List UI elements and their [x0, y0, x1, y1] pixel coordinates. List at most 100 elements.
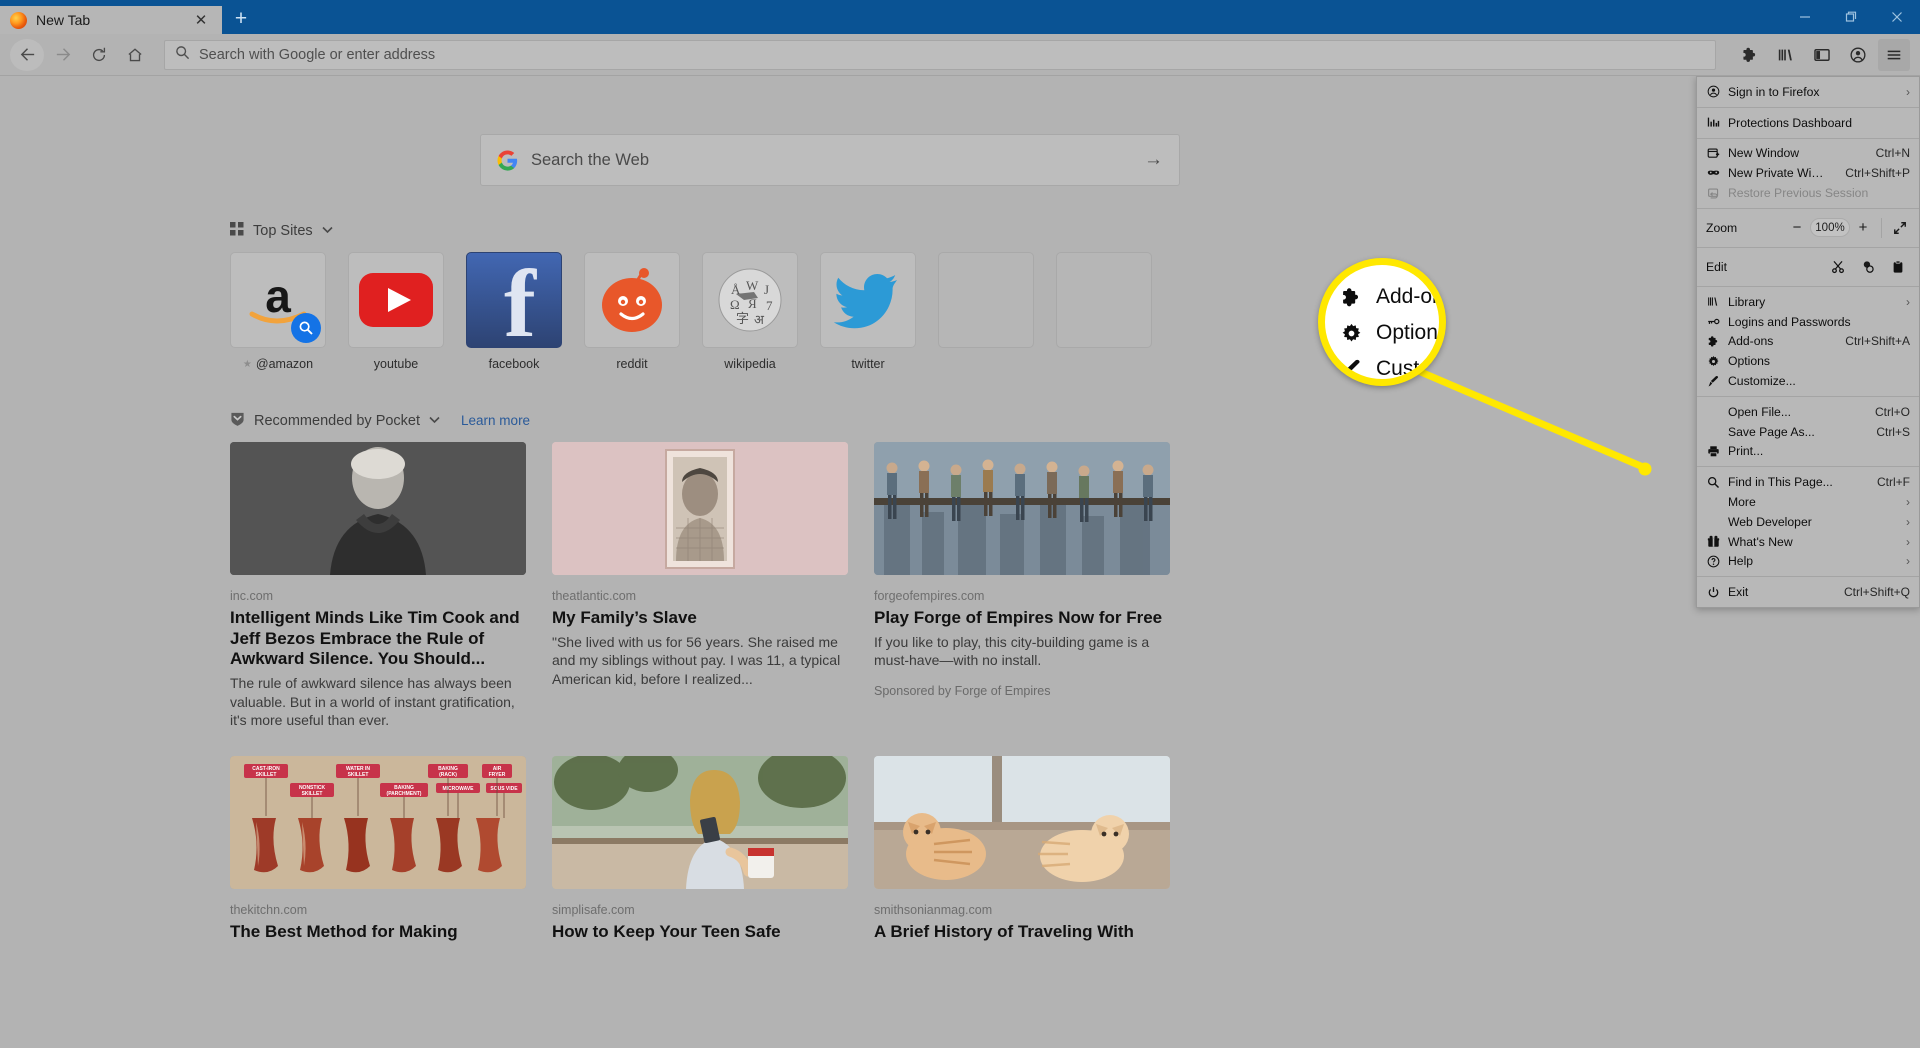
- account-icon[interactable]: [1842, 39, 1874, 71]
- sidebar-icon[interactable]: [1806, 39, 1838, 71]
- new-tab-button[interactable]: +: [222, 4, 260, 34]
- top-site-empty-slot[interactable]: [938, 252, 1034, 371]
- pocket-card[interactable]: smithsonianmag.com A Brief History of Tr…: [874, 756, 1170, 943]
- menu-item-logins-and-passwords[interactable]: Logins and Passwords: [1697, 312, 1919, 332]
- top-site-empty-slot[interactable]: [1056, 252, 1152, 371]
- card-excerpt: If you like to play, this city-building …: [874, 633, 1150, 669]
- close-icon[interactable]: ✕: [190, 9, 212, 31]
- site-tile[interactable]: f: [466, 252, 562, 348]
- card-title[interactable]: The Best Method for Making: [230, 922, 526, 943]
- menu-item-whats-new[interactable]: What's New ›: [1697, 532, 1919, 552]
- library-icon[interactable]: [1770, 39, 1802, 71]
- zoom-out-button[interactable]: −: [1784, 217, 1810, 239]
- menu-item-sign-in[interactable]: Sign in to Firefox ›: [1697, 82, 1919, 102]
- hamburger-menu-icon[interactable]: [1878, 38, 1910, 71]
- top-site-youtube[interactable]: youtube: [348, 252, 444, 371]
- chevron-right-icon: ›: [1906, 294, 1910, 309]
- menu-item-more[interactable]: More ›: [1697, 492, 1919, 512]
- site-tile[interactable]: [1056, 252, 1152, 348]
- menu-item-restore-previous-session: Restore Previous Session: [1697, 183, 1919, 203]
- site-tile[interactable]: ÅWJ ΩЯ7 字अ: [702, 252, 798, 348]
- chevron-down-icon[interactable]: [322, 225, 333, 237]
- minimize-icon[interactable]: [1782, 0, 1828, 34]
- site-tile[interactable]: [938, 252, 1034, 348]
- menu-item-new-private-window[interactable]: New Private Window Ctrl+Shift+P: [1697, 163, 1919, 183]
- site-tile[interactable]: [348, 252, 444, 348]
- menu-item-open-file[interactable]: Open File... Ctrl+O: [1697, 402, 1919, 422]
- menu-item-addons[interactable]: Add-ons Ctrl+Shift+A: [1697, 332, 1919, 352]
- site-label: @amazon: [255, 357, 314, 371]
- site-tile[interactable]: a: [230, 252, 326, 348]
- site-tile[interactable]: [820, 252, 916, 348]
- menu-item-web-developer[interactable]: Web Developer ›: [1697, 512, 1919, 532]
- menu-separator: [1697, 576, 1919, 578]
- site-tile[interactable]: [584, 252, 680, 348]
- top-site-wikipedia[interactable]: ÅWJ ΩЯ7 字अ wikipedia: [702, 252, 798, 371]
- card-title[interactable]: How to Keep Your Teen Safe: [552, 922, 848, 943]
- menu-separator: [1697, 285, 1919, 287]
- pocket-card[interactable]: CAST-IRON SKILLET NONSTICK SKILLET WATER I…: [230, 756, 526, 943]
- menu-item-save-page-as[interactable]: Save Page As... Ctrl+S: [1697, 422, 1919, 442]
- card-title[interactable]: A Brief History of Traveling With: [874, 922, 1170, 943]
- pocket-card[interactable]: inc.com Intelligent Minds Like Tim Cook …: [230, 442, 526, 730]
- browser-tab[interactable]: New Tab ✕: [0, 4, 222, 34]
- addons-puzzle-icon[interactable]: [1734, 39, 1766, 71]
- site-label-wrap: reddit: [584, 357, 680, 371]
- menu-item-protections-dashboard[interactable]: Protections Dashboard: [1697, 113, 1919, 133]
- menu-item-library[interactable]: Library ›: [1697, 292, 1919, 312]
- window-controls: [1782, 0, 1920, 34]
- menu-item-find-in-this-page[interactable]: Find in This Page... Ctrl+F: [1697, 472, 1919, 492]
- top-site-twitter[interactable]: twitter: [820, 252, 916, 371]
- home-icon[interactable]: [118, 39, 152, 71]
- menu-separator: [1697, 106, 1919, 108]
- menu-separator: [1697, 137, 1919, 139]
- card-image: [874, 756, 1170, 890]
- copy-icon[interactable]: [1853, 256, 1883, 278]
- site-label-wrap: twitter: [820, 357, 916, 371]
- maximize-icon[interactable]: [1828, 0, 1874, 34]
- zoom-level-value[interactable]: 100%: [1810, 218, 1850, 238]
- card-title[interactable]: My Family’s Slave: [552, 608, 848, 629]
- menu-separator: [1697, 246, 1919, 248]
- menu-item-print[interactable]: Print...: [1697, 442, 1919, 462]
- chevron-down-icon[interactable]: [429, 415, 440, 427]
- menu-item-exit[interactable]: Exit Ctrl+Shift+Q: [1697, 582, 1919, 602]
- search-submit-arrow-icon[interactable]: →: [1144, 149, 1163, 171]
- svg-text:(PARCHMENT): (PARCHMENT): [387, 791, 422, 797]
- back-arrow-icon[interactable]: [10, 38, 44, 71]
- top-site-facebook[interactable]: f facebook: [466, 252, 562, 371]
- menu-item-label: Help: [1728, 554, 1754, 569]
- pocket-card[interactable]: simplisafe.com How to Keep Your Teen Saf…: [552, 756, 848, 943]
- reload-icon[interactable]: [82, 39, 116, 71]
- card-title[interactable]: Intelligent Minds Like Tim Cook and Jeff…: [230, 608, 526, 670]
- search-input[interactable]: Search the Web →: [480, 134, 1180, 186]
- forward-arrow-icon[interactable]: [46, 39, 80, 71]
- pocket-header: Recommended by Pocket Learn more: [230, 411, 1415, 430]
- card-title[interactable]: Play Forge of Empires Now for Free: [874, 608, 1170, 629]
- top-site-reddit[interactable]: reddit: [584, 252, 680, 371]
- menu-item-customize[interactable]: Customize...: [1697, 371, 1919, 391]
- new-window-icon: [1706, 147, 1720, 160]
- paste-clipboard-icon[interactable]: [1883, 256, 1913, 278]
- cut-scissors-icon[interactable]: [1823, 256, 1853, 278]
- pocket-card[interactable]: forgeofempires.com Play Forge of Empires…: [874, 442, 1170, 730]
- fullscreen-icon[interactable]: [1887, 217, 1913, 239]
- menu-item-new-window[interactable]: New Window Ctrl+N: [1697, 144, 1919, 164]
- url-bar[interactable]: Search with Google or enter address: [164, 39, 1716, 70]
- close-icon[interactable]: [1874, 0, 1920, 34]
- svg-text:SKILLET: SKILLET: [348, 772, 369, 778]
- menu-item-label: Library: [1728, 294, 1766, 309]
- zoom-in-button[interactable]: +: [1850, 217, 1876, 239]
- card-domain: simplisafe.com: [552, 903, 635, 918]
- card-image: [230, 442, 526, 575]
- menu-item-options[interactable]: Options: [1697, 351, 1919, 371]
- navigation-toolbar: Search with Google or enter address: [0, 34, 1920, 76]
- learn-more-link[interactable]: Learn more: [461, 413, 530, 428]
- menu-item-label: Find in This Page...: [1728, 475, 1833, 490]
- menu-item-label: Options: [1728, 354, 1771, 369]
- top-site-amazon[interactable]: a ★ @amazon: [230, 252, 326, 371]
- menu-item-help[interactable]: Help ›: [1697, 552, 1919, 572]
- menu-item-label: Exit: [1728, 585, 1749, 600]
- pocket-card[interactable]: theatlantic.com My Family’s Slave "She l…: [552, 442, 848, 730]
- private-window-mask-icon: [1706, 167, 1720, 180]
